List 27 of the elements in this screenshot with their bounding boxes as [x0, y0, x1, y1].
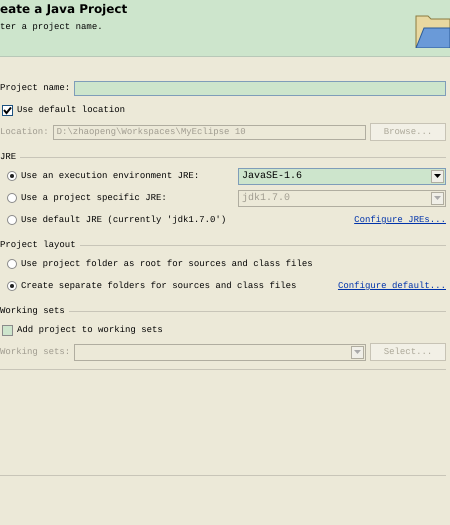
checkbox[interactable]: [2, 104, 13, 116]
select-button[interactable]: Select...: [370, 343, 446, 361]
field-label: Working sets:: [0, 347, 70, 357]
dialog-message: ter a project name.: [0, 22, 103, 32]
radio-label: Create separate folders for sources and class files: [21, 281, 296, 291]
radio-label: Use project folder as root for sources and class files: [21, 259, 313, 269]
radio-button[interactable]: [7, 281, 17, 291]
radio-label: Use default JRE (currently 'jdk1.7.0'): [21, 215, 226, 225]
dialog-title: eate a Java Project: [0, 2, 128, 16]
radio-button[interactable]: [7, 171, 17, 181]
group-title: Project layout: [0, 240, 76, 250]
group-title: Working sets: [0, 306, 65, 316]
radio-button[interactable]: [7, 259, 17, 269]
configure-link[interactable]: Configure JREs...: [354, 215, 446, 225]
checkbox[interactable]: [2, 324, 13, 336]
checkbox-label: Add project to working sets: [17, 325, 163, 335]
checkbox-label: Use default location: [17, 105, 126, 115]
project-name-field[interactable]: [74, 80, 446, 96]
configure-link[interactable]: Configure default...: [338, 281, 446, 291]
jre-dropdown[interactable]: JavaSE-1.6: [238, 168, 446, 184]
field-label: Location:: [0, 127, 49, 137]
radio-label: Use a project specific JRE:: [21, 193, 167, 203]
radio-label: Use an execution environment JRE:: [21, 171, 200, 181]
working-sets-dropdown[interactable]: [74, 344, 366, 360]
group-title: JRE: [0, 152, 16, 162]
radio-button[interactable]: [7, 215, 17, 225]
field-label: Project name:: [0, 83, 70, 93]
